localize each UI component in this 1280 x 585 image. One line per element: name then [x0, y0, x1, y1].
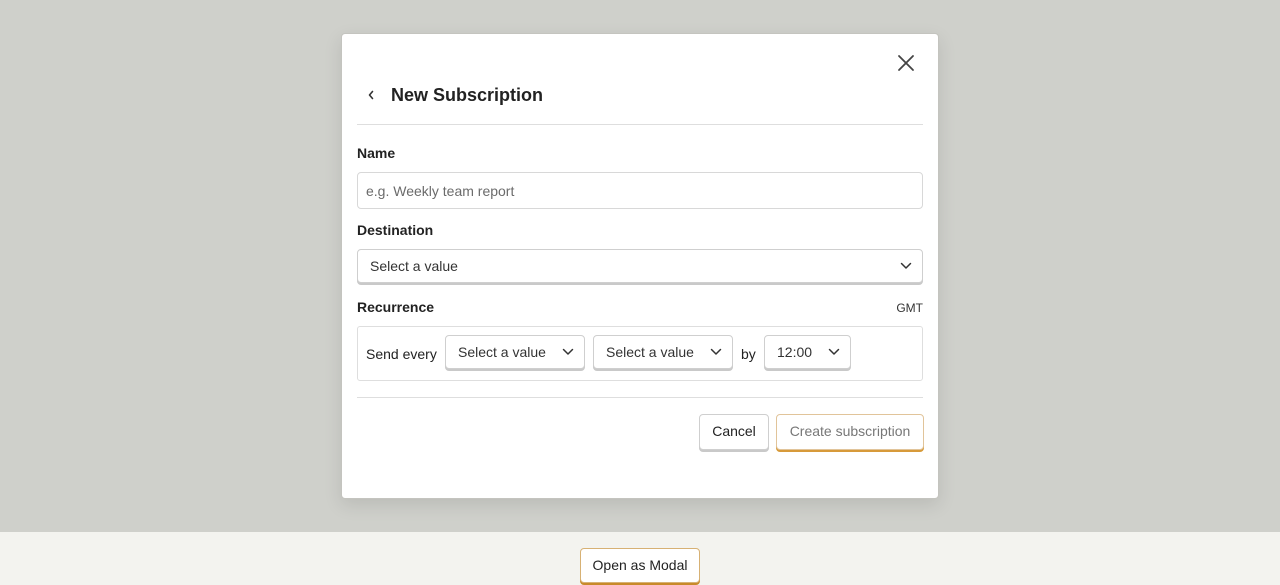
time-select-value: 12:00: [777, 344, 813, 360]
recurrence-row: Send every Select a value Select a value…: [357, 326, 923, 381]
by-label: by: [741, 346, 756, 362]
name-label: Name: [357, 145, 396, 161]
chevron-down-icon: [900, 262, 912, 269]
page: New Subscription Name Destination Select…: [0, 0, 1280, 585]
footer-divider: [357, 397, 923, 398]
modal-header: New Subscription: [357, 82, 923, 125]
destination-select-value: Select a value: [370, 258, 458, 274]
recurrence-label: Recurrence: [357, 299, 435, 315]
subscription-modal: New Subscription Name Destination Select…: [341, 33, 939, 499]
modal-title: New Subscription: [391, 85, 544, 105]
create-subscription-button[interactable]: Create subscription: [776, 414, 924, 450]
destination-select[interactable]: Select a value: [357, 249, 923, 283]
close-button[interactable]: [894, 51, 918, 75]
chevron-left-icon: [368, 90, 374, 100]
day-select-value: Select a value: [606, 344, 694, 360]
send-every-label: Send every: [366, 346, 437, 362]
frequency-select-value: Select a value: [458, 344, 546, 360]
open-as-modal-button[interactable]: Open as Modal: [580, 548, 700, 583]
cancel-button[interactable]: Cancel: [699, 414, 769, 450]
timezone-label: GMT: [896, 301, 923, 315]
destination-label: Destination: [357, 222, 434, 238]
close-icon: [898, 55, 914, 71]
name-input[interactable]: [357, 172, 923, 209]
back-button[interactable]: [363, 85, 379, 105]
chevron-down-icon: [710, 348, 722, 355]
chevron-down-icon: [828, 348, 840, 355]
frequency-select[interactable]: Select a value: [445, 335, 585, 369]
day-select[interactable]: Select a value: [593, 335, 733, 369]
time-select[interactable]: 12:00: [764, 335, 851, 369]
chevron-down-icon: [562, 348, 574, 355]
